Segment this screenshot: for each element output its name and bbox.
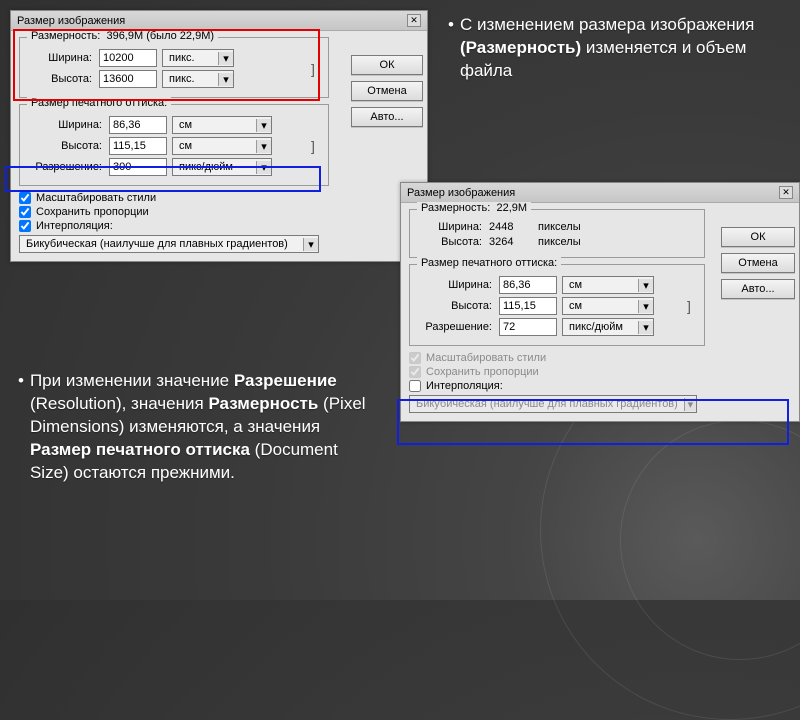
width-unit-select[interactable]: пикс.▾ [162, 49, 234, 67]
height-input[interactable] [99, 70, 157, 88]
label-width: Ширина: [28, 52, 94, 64]
cancel-button[interactable]: Отмена [721, 253, 795, 273]
height-value: 3264 [489, 236, 533, 248]
chevron-down-icon: ▾ [256, 119, 271, 132]
print-size-group: Размер печатного оттиска: Ширина: см▾ Вы… [409, 264, 705, 346]
print-height-input[interactable] [499, 297, 557, 315]
interpolation-select: Бикубическая (наилучше для плавных гради… [409, 395, 697, 413]
titlebar: Размер изображения ✕ [11, 11, 427, 31]
height-unit: пикселы [538, 236, 581, 248]
chevron-down-icon: ▾ [256, 161, 271, 174]
resolution-input[interactable] [109, 158, 167, 176]
keep-ratio-checkbox [409, 366, 421, 378]
link-icon: ] [306, 113, 320, 179]
height-unit-select[interactable]: пикс.▾ [162, 70, 234, 88]
label-height: Высота: [28, 73, 94, 85]
resolution-unit-select[interactable]: пикс/дюйм▾ [562, 318, 654, 336]
interpolation-select[interactable]: Бикубическая (наилучше для плавных гради… [19, 235, 319, 253]
print-width-unit-select[interactable]: см▾ [172, 116, 272, 134]
chevron-down-icon: ▾ [638, 300, 653, 313]
chevron-down-icon: ▾ [218, 73, 233, 86]
print-height-input[interactable] [109, 137, 167, 155]
scale-styles-checkbox[interactable] [19, 192, 31, 204]
width-input[interactable] [99, 49, 157, 67]
interpolation-checkbox[interactable] [19, 220, 31, 232]
chevron-down-icon: ▾ [684, 398, 696, 411]
width-unit: пикселы [538, 221, 581, 233]
auto-button[interactable]: Авто... [351, 107, 423, 127]
scale-styles-checkbox [409, 352, 421, 364]
chevron-down-icon: ▾ [638, 279, 653, 292]
print-width-unit-select[interactable]: см▾ [562, 276, 654, 294]
ok-button[interactable]: ОК [721, 227, 795, 247]
keep-ratio-checkbox[interactable] [19, 206, 31, 218]
pixel-dimensions-group: Размерность: 396,9М (было 22,9М) Ширина:… [19, 37, 329, 98]
chevron-down-icon: ▾ [218, 52, 233, 65]
print-height-unit-select[interactable]: см▾ [562, 297, 654, 315]
resolution-input[interactable] [499, 318, 557, 336]
note-bottom: При изменении значение Разрешение (Resol… [18, 370, 368, 485]
print-width-input[interactable] [109, 116, 167, 134]
resolution-unit-select[interactable]: пикс/дюйм▾ [172, 158, 272, 176]
close-icon[interactable]: ✕ [779, 186, 793, 199]
auto-button[interactable]: Авто... [721, 279, 795, 299]
link-icon: ] [682, 273, 696, 339]
ok-button[interactable]: ОК [351, 55, 423, 75]
dialog-title: Размер изображения [17, 15, 125, 27]
dialog-title: Размер изображения [407, 187, 515, 199]
width-value: 2448 [489, 221, 533, 233]
chevron-down-icon: ▾ [303, 238, 318, 251]
interpolation-checkbox[interactable] [409, 380, 421, 392]
print-size-group: Размер печатного оттиска: Ширина: см▾ Вы… [19, 104, 329, 186]
chevron-down-icon: ▾ [638, 321, 653, 334]
cancel-button[interactable]: Отмена [351, 81, 423, 101]
titlebar: Размер изображения ✕ [401, 183, 799, 203]
print-width-input[interactable] [499, 276, 557, 294]
chevron-down-icon: ▾ [256, 140, 271, 153]
pixel-dimensions-group: Размерность: 22,9М Ширина: 2448 пикселы … [409, 209, 705, 258]
print-height-unit-select[interactable]: см▾ [172, 137, 272, 155]
image-size-dialog-1: Размер изображения ✕ Размерность: 396,9М… [10, 10, 428, 262]
image-size-dialog-2: Размер изображения ✕ Размерность: 22,9М … [400, 182, 800, 422]
note-top: С изменением размера изображения (Размер… [448, 14, 788, 83]
close-icon[interactable]: ✕ [407, 14, 421, 27]
link-icon: ] [306, 46, 320, 91]
